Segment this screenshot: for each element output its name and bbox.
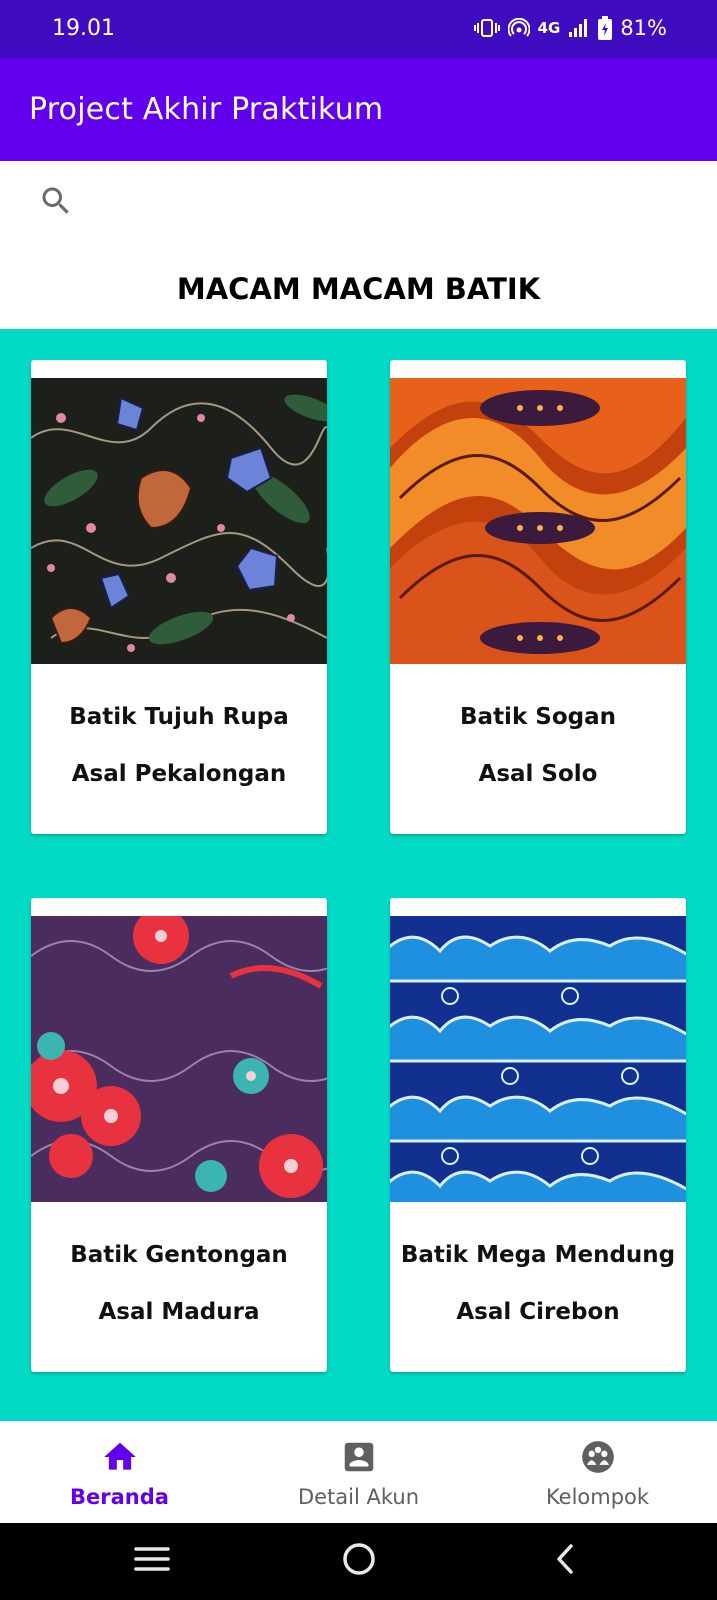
batik-origin: Asal Pekalongan: [71, 761, 287, 787]
batik-name: Batik Gentongan: [70, 1242, 288, 1268]
batik-image: [31, 378, 327, 664]
batik-name: Batik Tujuh Rupa: [69, 704, 289, 730]
app-title: Project Akhir Praktikum: [29, 92, 384, 127]
search-icon: [38, 183, 74, 224]
nav-item-kelompok[interactable]: Kelompok: [478, 1421, 717, 1523]
batik-name: Batik Mega Mendung: [400, 1242, 676, 1268]
nav-label: Kelompok: [545, 1485, 650, 1509]
recent-apps-button[interactable]: [92, 1523, 212, 1600]
home-circle-icon: [342, 1542, 376, 1581]
batik-image: [390, 378, 686, 664]
vibrate-icon: [473, 18, 500, 38]
batik-card[interactable]: Batik Gentongan Asal Madura: [31, 898, 327, 1372]
network-type: 4G: [537, 19, 561, 37]
batik-image: [31, 916, 327, 1202]
back-button[interactable]: [505, 1523, 625, 1600]
batik-grid: Batik Tujuh Rupa Asal Pekalongan Batik S…: [0, 329, 717, 1421]
batik-card[interactable]: Batik Mega Mendung Asal Cirebon: [390, 898, 686, 1372]
bottom-navigation: Beranda Detail Akun Kelompok: [0, 1421, 717, 1523]
recent-apps-icon: [134, 1545, 170, 1578]
status-icons: 4G 81%: [473, 14, 667, 42]
batik-origin: Asal Solo: [478, 761, 598, 787]
batik-name: Batik Sogan: [460, 704, 616, 730]
status-time: 19.01: [52, 16, 115, 41]
home-system-button[interactable]: [299, 1523, 419, 1600]
account-box-icon: [340, 1438, 378, 1476]
home-icon: [101, 1438, 139, 1476]
group-icon: [579, 1438, 617, 1476]
app-bar: Project Akhir Praktikum: [0, 58, 717, 161]
nav-label: Beranda: [70, 1485, 169, 1509]
nav-label: Detail Akun: [297, 1485, 420, 1509]
batik-card[interactable]: Batik Sogan Asal Solo: [390, 360, 686, 834]
hotspot-icon: [507, 18, 530, 38]
batik-image: [390, 916, 686, 1202]
batik-origin: Asal Madura: [98, 1299, 260, 1325]
section-heading: MACAM MACAM BATIK: [176, 272, 541, 306]
status-bar: 19.01 4G 81%: [0, 0, 717, 58]
back-icon: [553, 1543, 577, 1580]
battery-icon: [598, 16, 613, 40]
battery-level: 81%: [620, 16, 667, 40]
batik-origin: Asal Cirebon: [456, 1299, 620, 1325]
system-navigation-bar: [0, 1523, 717, 1600]
batik-card[interactable]: Batik Tujuh Rupa Asal Pekalongan: [31, 360, 327, 834]
search-button[interactable]: [34, 181, 78, 225]
nav-item-detail-akun[interactable]: Detail Akun: [239, 1421, 478, 1523]
signal-icon: [568, 18, 590, 38]
nav-item-beranda[interactable]: Beranda: [0, 1421, 239, 1523]
